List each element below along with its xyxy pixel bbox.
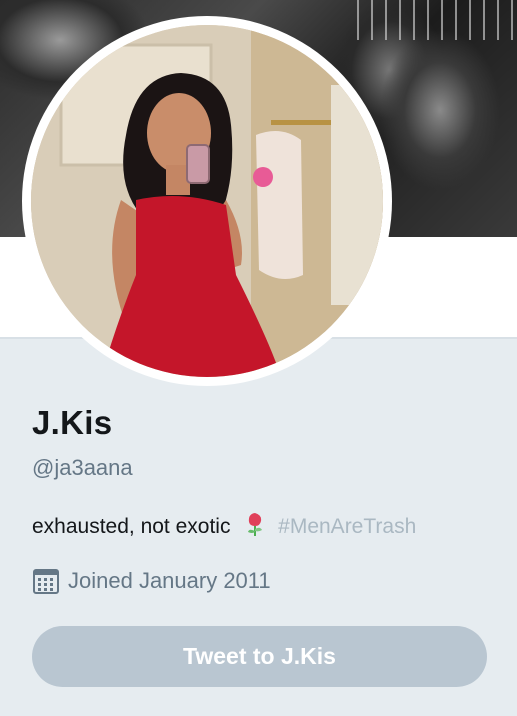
- calendar-icon: [33, 569, 59, 594]
- avatar-illustration: [31, 25, 383, 377]
- rose-emoji-icon: [244, 511, 266, 543]
- bio-hashtag-link[interactable]: #MenAreTrash: [278, 515, 416, 538]
- joined-label: Joined January 2011: [68, 568, 271, 593]
- profile-avatar[interactable]: [22, 16, 392, 386]
- profile-bio: exhausted, not exotic #MenAreTrash: [32, 511, 416, 543]
- profile-handle[interactable]: @ja3aana: [32, 455, 133, 481]
- avatar-photo: [31, 25, 383, 377]
- profile-card: J.Kis @ja3aana exhausted, not exotic #Me…: [0, 0, 517, 716]
- profile-display-name: J.Kis: [32, 404, 113, 441]
- bio-text: exhausted, not exotic: [32, 515, 231, 538]
- profile-joined-date: Joined January 2011: [32, 567, 271, 595]
- tweet-to-button[interactable]: Tweet to J.Kis: [32, 626, 487, 687]
